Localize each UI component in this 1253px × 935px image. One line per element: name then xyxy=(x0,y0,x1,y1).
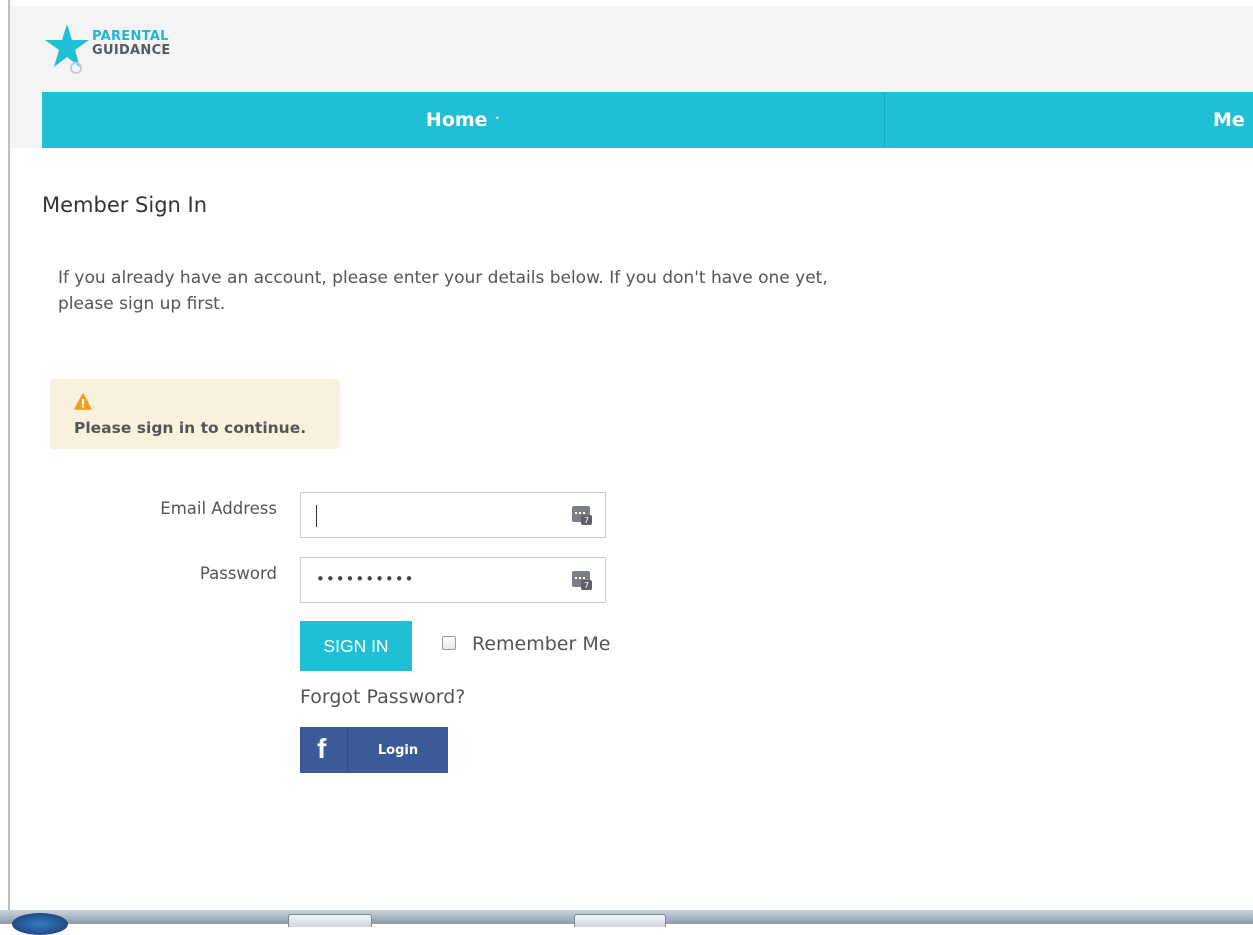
chevron-down-icon: ˅ xyxy=(494,114,501,128)
alert-message: Please sign in to continue. xyxy=(74,419,307,437)
signin-alert: Please sign in to continue. xyxy=(50,379,340,449)
text-caret xyxy=(316,505,317,527)
intro-text: If you already have an account, please e… xyxy=(58,268,828,314)
sign-in-button[interactable]: SIGN IN xyxy=(300,621,412,671)
nav-divider xyxy=(884,92,885,148)
taskbar-button[interactable] xyxy=(288,914,372,927)
forgot-password-link[interactable]: Forgot Password? xyxy=(300,686,465,708)
email-field[interactable]: 7 xyxy=(300,492,606,538)
email-label: Email Address xyxy=(160,499,277,518)
svg-text:7: 7 xyxy=(584,581,589,590)
nav-home-label: Home xyxy=(425,109,488,131)
start-button[interactable] xyxy=(12,913,68,935)
remember-me-checkbox[interactable] xyxy=(442,636,456,650)
nav-item-next[interactable]: Me xyxy=(1213,92,1245,148)
main-nav: Home ˅ Me xyxy=(42,92,1253,148)
warning-triangle-icon xyxy=(74,393,92,410)
page-title: Member Sign In xyxy=(42,193,208,217)
star-logo-icon xyxy=(45,24,89,74)
password-manager-icon[interactable]: 7 xyxy=(571,569,593,591)
logo-line-2: GUIDANCE xyxy=(92,43,171,58)
facebook-login-button[interactable]: f Login xyxy=(300,727,448,773)
password-value: •••••••••• xyxy=(316,570,415,588)
password-label: Password xyxy=(199,564,277,583)
password-field[interactable]: •••••••••• 7 xyxy=(300,557,606,603)
password-manager-icon[interactable]: 7 xyxy=(571,504,593,526)
facebook-icon: f xyxy=(317,733,327,764)
svg-text:7: 7 xyxy=(584,516,589,525)
logo-text: PARENTAL GUIDANCE xyxy=(92,30,171,58)
remember-me-label[interactable]: Remember Me xyxy=(472,633,610,655)
taskbar-button[interactable] xyxy=(574,914,666,927)
nav-item-home[interactable]: Home ˅ xyxy=(42,92,884,148)
facebook-login-label: Login xyxy=(377,742,419,758)
site-logo[interactable]: PARENTAL GUIDANCE xyxy=(42,22,202,78)
window-left-border xyxy=(0,0,10,924)
logo-line-1: PARENTAL xyxy=(92,29,169,44)
